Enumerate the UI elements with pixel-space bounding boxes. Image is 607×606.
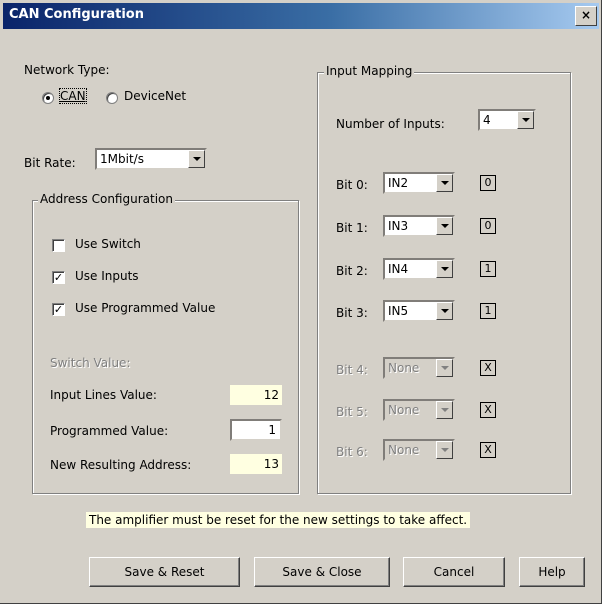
bit-state-flag: X: [480, 442, 496, 458]
input-mapping-group: [317, 72, 571, 494]
save-reset-button[interactable]: Save & Reset: [89, 557, 240, 587]
use-programmed-checkbox[interactable]: ✓: [52, 303, 65, 316]
bit-label: Bit 2:: [336, 264, 368, 278]
bit-select[interactable]: None: [383, 357, 455, 379]
bit-state-flag: 1: [480, 303, 496, 319]
address-config-title: Address Configuration: [38, 192, 175, 206]
bit-state-flag: 1: [480, 261, 496, 277]
bit-value: None: [388, 361, 420, 375]
resulting-address-value: 13: [230, 454, 282, 474]
number-of-inputs-value: 4: [483, 113, 491, 127]
chevron-down-icon[interactable]: [436, 260, 453, 278]
bit-label: Bit 3:: [336, 306, 368, 320]
radio-dot: [46, 96, 50, 100]
use-programmed-label[interactable]: Use Programmed Value: [75, 301, 215, 315]
help-button[interactable]: Help: [519, 557, 585, 587]
bit-label: Bit 6:: [336, 445, 368, 459]
use-switch-label[interactable]: Use Switch: [75, 237, 141, 251]
can-configuration-dialog: CAN Configuration × Network Type: CAN De…: [0, 0, 602, 604]
window-title: CAN Configuration: [9, 7, 144, 22]
title-bar[interactable]: CAN Configuration ×: [3, 3, 599, 29]
bit-value: IN4: [388, 262, 409, 276]
bit-select[interactable]: IN5: [383, 300, 455, 322]
address-config-group: [32, 200, 299, 494]
check-icon: ✓: [53, 271, 64, 284]
bit-select[interactable]: None: [383, 399, 455, 421]
chevron-down-icon[interactable]: [517, 111, 534, 129]
bit-value: None: [388, 443, 420, 457]
use-inputs-label[interactable]: Use Inputs: [75, 269, 139, 283]
chevron-down-icon[interactable]: [436, 302, 453, 320]
programmed-value-input[interactable]: 1: [230, 419, 282, 441]
close-icon: ×: [580, 8, 592, 22]
input-lines-value: 12: [230, 385, 282, 405]
bit-label: Bit 1:: [336, 221, 368, 235]
chevron-down-icon[interactable]: [436, 217, 453, 235]
chevron-down-icon[interactable]: [188, 150, 205, 168]
bit-rate-label: Bit Rate:: [24, 156, 76, 170]
bit-label: Bit 5:: [336, 405, 368, 419]
check-icon: ✓: [53, 303, 64, 316]
bit-state-flag: X: [480, 402, 496, 418]
network-type-label: Network Type:: [24, 63, 110, 77]
bit-select[interactable]: IN2: [383, 172, 455, 194]
use-inputs-checkbox[interactable]: ✓: [52, 271, 65, 284]
close-button[interactable]: ×: [575, 6, 597, 26]
resulting-address-label: New Resulting Address:: [50, 458, 192, 472]
bit-select[interactable]: IN4: [383, 258, 455, 280]
use-switch-checkbox[interactable]: [52, 239, 65, 252]
bit-rate-select[interactable]: 1Mbit/s: [95, 148, 207, 170]
bit-state-flag: X: [480, 360, 496, 376]
chevron-down-icon[interactable]: [436, 359, 453, 377]
radio-devicenet-label[interactable]: DeviceNet: [124, 89, 186, 103]
bit-value: IN2: [388, 176, 409, 190]
number-of-inputs-label: Number of Inputs:: [336, 117, 445, 131]
reset-notice: The amplifier must be reset for the new …: [86, 512, 471, 528]
bit-label: Bit 4:: [336, 363, 368, 377]
chevron-down-icon[interactable]: [436, 401, 453, 419]
bit-state-flag: 0: [480, 218, 496, 234]
bit-state-flag: 0: [480, 175, 496, 191]
input-lines-label: Input Lines Value:: [50, 388, 157, 402]
bit-select[interactable]: IN3: [383, 215, 455, 237]
save-close-button[interactable]: Save & Close: [254, 557, 390, 587]
radio-can-label[interactable]: CAN: [59, 88, 87, 104]
bit-value: IN3: [388, 219, 409, 233]
number-of-inputs-select[interactable]: 4: [478, 109, 536, 131]
radio-devicenet[interactable]: [106, 92, 118, 104]
bit-value: None: [388, 403, 420, 417]
chevron-down-icon[interactable]: [436, 441, 453, 459]
bit-select[interactable]: None: [383, 439, 455, 461]
bit-rate-value: 1Mbit/s: [100, 152, 144, 166]
input-mapping-title: Input Mapping: [324, 64, 415, 78]
programmed-value-label: Programmed Value:: [50, 424, 169, 438]
bit-value: IN5: [388, 304, 409, 318]
bit-label: Bit 0:: [336, 178, 368, 192]
radio-can[interactable]: [42, 92, 54, 104]
cancel-button[interactable]: Cancel: [403, 557, 505, 587]
switch-value-label: Switch Value:: [50, 356, 131, 370]
chevron-down-icon[interactable]: [436, 174, 453, 192]
